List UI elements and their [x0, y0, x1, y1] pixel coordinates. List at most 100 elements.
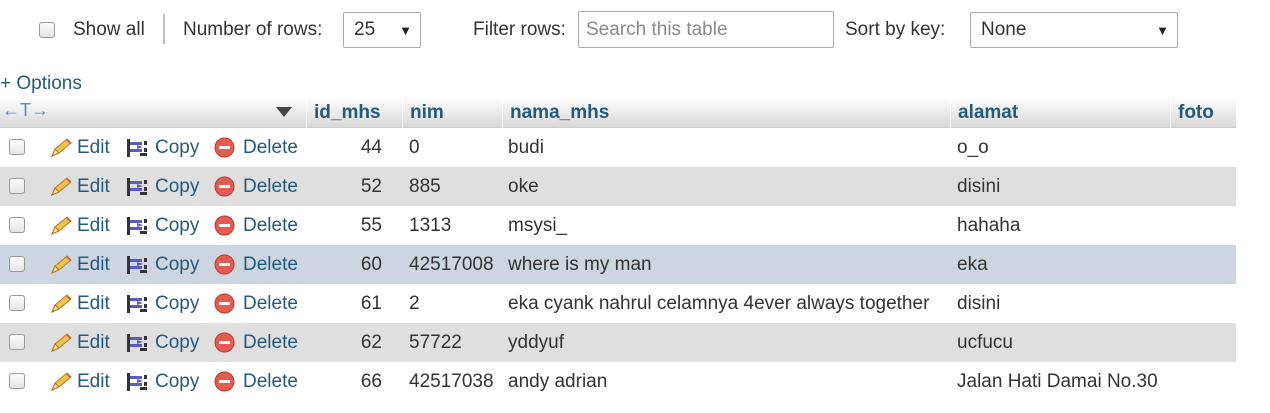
copy-button[interactable]: Copy: [125, 245, 199, 284]
cell-nim: 0: [409, 136, 420, 158]
edit-button[interactable]: Edit: [49, 284, 110, 323]
delete-button[interactable]: Delete: [214, 284, 298, 323]
copy-button[interactable]: Copy: [125, 206, 199, 245]
delete-label: Delete: [243, 331, 298, 353]
copy-icon: [125, 136, 151, 160]
cell-foto: [1177, 245, 1235, 284]
delete-button[interactable]: Delete: [214, 323, 298, 362]
row-checkbox[interactable]: [9, 334, 25, 350]
delete-label: Delete: [243, 292, 298, 314]
edit-label: Edit: [77, 331, 110, 353]
filter-rows-input[interactable]: [578, 11, 834, 48]
cell-nama-mhs: budi: [508, 136, 544, 158]
cell-foto: [1177, 167, 1235, 206]
edit-label: Edit: [77, 214, 110, 236]
cell-nim: 42517038: [409, 370, 494, 392]
column-header-foto[interactable]: foto: [1170, 97, 1236, 128]
pencil-icon: [49, 137, 73, 159]
delete-label: Delete: [243, 136, 298, 158]
cell-nim: 42517008: [409, 253, 494, 275]
edit-label: Edit: [77, 136, 110, 158]
delete-button[interactable]: Delete: [214, 128, 298, 167]
show-all-label: Show all: [73, 19, 145, 40]
copy-icon: [125, 331, 151, 355]
row-checkbox[interactable]: [9, 295, 25, 311]
cell-foto: [1177, 323, 1235, 362]
options-link[interactable]: + Options: [0, 73, 82, 95]
cell-foto: [1177, 206, 1235, 245]
num-rows-label: Number of rows:: [183, 19, 323, 40]
table-row: Edit Copy: [0, 284, 1236, 323]
column-header-nama-mhs[interactable]: nama_mhs: [502, 97, 950, 128]
edit-label: Edit: [77, 253, 110, 275]
edit-button[interactable]: Edit: [49, 206, 110, 245]
column-header-nim[interactable]: nim: [402, 97, 502, 128]
copy-icon: [125, 253, 151, 277]
num-rows-value: 25: [354, 19, 376, 40]
edit-label: Edit: [77, 175, 110, 197]
pencil-icon: [49, 215, 73, 237]
column-header-alamat[interactable]: alamat: [950, 97, 1170, 128]
copy-button[interactable]: Copy: [125, 323, 199, 362]
edit-button[interactable]: Edit: [49, 128, 110, 167]
row-checkbox[interactable]: [9, 373, 25, 389]
column-resize-arrows-icon[interactable]: ←T→: [2, 100, 49, 121]
edit-button[interactable]: Edit: [49, 245, 110, 284]
delete-label: Delete: [243, 214, 298, 236]
cell-foto: [1177, 362, 1235, 401]
cell-alamat: eka: [957, 253, 988, 275]
table-row: Edit Copy: [0, 128, 1236, 167]
copy-label: Copy: [155, 136, 200, 158]
delete-label: Delete: [243, 370, 298, 392]
cell-id-mhs: 44: [360, 136, 382, 158]
copy-button[interactable]: Copy: [125, 284, 199, 323]
table-body: Edit Copy Delete 44 0 budi o_o Edit Copy…: [0, 128, 1236, 401]
pencil-icon: [49, 293, 73, 315]
delete-icon: [214, 293, 235, 314]
sort-by-key-select[interactable]: None ▼: [970, 12, 1178, 48]
column-header-id-mhs[interactable]: id_mhs: [306, 97, 402, 128]
copy-button[interactable]: Copy: [125, 167, 199, 206]
cell-nama-mhs: eka cyank nahrul celamnya 4ever always t…: [508, 292, 930, 314]
copy-button[interactable]: Copy: [125, 128, 199, 167]
delete-button[interactable]: Delete: [214, 167, 298, 206]
delete-icon: [214, 254, 235, 275]
cell-id-mhs: 60: [360, 253, 382, 275]
copy-label: Copy: [155, 331, 200, 353]
caret-down-icon: ▼: [399, 23, 412, 38]
toolbar-separator: [163, 14, 165, 44]
copy-button[interactable]: Copy: [125, 362, 199, 401]
row-checkbox[interactable]: [9, 139, 25, 155]
cell-nim: 885: [409, 175, 441, 197]
delete-button[interactable]: Delete: [214, 206, 298, 245]
cell-id-mhs: 62: [360, 331, 382, 353]
cell-nama-mhs: oke: [508, 175, 539, 197]
table-row: Edit Copy: [0, 206, 1236, 245]
row-checkbox[interactable]: [9, 256, 25, 272]
pencil-icon: [49, 371, 73, 393]
table-row: Edit Copy: [0, 323, 1236, 362]
num-rows-select[interactable]: 25 ▼: [343, 12, 421, 48]
edit-button[interactable]: Edit: [49, 167, 110, 206]
table-header: ←T→ id_mhs nim nama_mhs alamat foto: [0, 97, 1236, 128]
cell-alamat: Jalan Hati Damai No.30: [957, 370, 1158, 392]
cell-foto: [1177, 284, 1235, 323]
row-checkbox[interactable]: [9, 217, 25, 233]
delete-button[interactable]: Delete: [214, 362, 298, 401]
cell-nama-mhs: where is my man: [508, 253, 652, 275]
show-all-group[interactable]: Show all: [39, 10, 145, 50]
sort-by-key-value: None: [981, 19, 1027, 40]
show-all-checkbox[interactable]: [39, 22, 55, 38]
cell-alamat: ucfucu: [957, 331, 1013, 353]
edit-button[interactable]: Edit: [49, 323, 110, 362]
cell-foto: [1177, 128, 1235, 167]
edit-button[interactable]: Edit: [49, 362, 110, 401]
edit-label: Edit: [77, 292, 110, 314]
delete-icon: [214, 137, 235, 158]
filter-rows-label: Filter rows:: [473, 19, 566, 40]
row-checkbox[interactable]: [9, 178, 25, 194]
sort-by-key-label: Sort by key:: [845, 19, 946, 40]
copy-icon: [125, 175, 151, 199]
delete-button[interactable]: Delete: [214, 245, 298, 284]
sort-dropdown-icon[interactable]: [276, 107, 292, 117]
